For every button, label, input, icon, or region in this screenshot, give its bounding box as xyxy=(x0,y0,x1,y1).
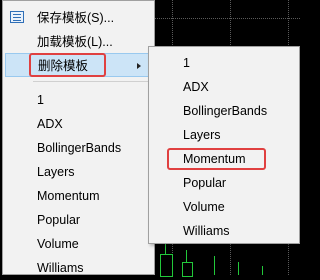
annotation-highlight-box xyxy=(167,148,266,170)
template-label: ADX xyxy=(37,117,63,131)
save-template-icon xyxy=(10,11,24,23)
template-item[interactable]: Williams xyxy=(3,256,154,280)
template-label: Popular xyxy=(37,213,81,227)
template-item[interactable]: Momentum xyxy=(3,184,154,208)
template-item[interactable]: Layers xyxy=(3,160,154,184)
template-label: Williams xyxy=(37,261,84,275)
delete-submenu-item[interactable]: BollingerBands xyxy=(149,99,299,123)
menu-separator xyxy=(33,81,150,82)
template-label: Volume xyxy=(37,237,79,251)
candle-wick xyxy=(238,262,239,275)
delete-submenu-item[interactable]: Popular xyxy=(149,171,299,195)
delete-submenu-item[interactable]: 1 xyxy=(149,51,299,75)
template-item[interactable]: ADX xyxy=(3,112,154,136)
template-item[interactable]: Popular xyxy=(3,208,154,232)
submenu-arrow-icon xyxy=(137,63,141,69)
delete-submenu-label: Layers xyxy=(183,128,221,142)
load-template-label: 加载模板(L)... xyxy=(37,35,113,49)
delete-submenu-label: Popular xyxy=(183,176,227,190)
load-template-item[interactable]: 加载模板(L)... xyxy=(3,30,154,54)
template-label: Layers xyxy=(37,165,75,179)
template-context-menu: 保存模板(S)... 加载模板(L)... 删除模板 1 ADX Bolling… xyxy=(2,0,155,275)
delete-submenu-label: Williams xyxy=(183,224,230,238)
delete-submenu-item[interactable]: Volume xyxy=(149,195,299,219)
candle-wick xyxy=(214,256,215,275)
delete-submenu-label: ADX xyxy=(183,80,209,94)
delete-submenu-label: 1 xyxy=(183,56,190,70)
template-label: Momentum xyxy=(37,189,100,203)
delete-template-submenu: 1 ADX BollingerBands Layers Momentum Pop… xyxy=(148,46,300,244)
delete-submenu-item[interactable]: Layers xyxy=(149,123,299,147)
template-label: BollingerBands xyxy=(37,141,122,155)
delete-submenu-item[interactable]: Williams xyxy=(149,219,299,243)
annotation-highlight-box xyxy=(29,53,106,77)
template-label: 1 xyxy=(37,93,44,107)
candle xyxy=(160,254,173,277)
template-item[interactable]: Volume xyxy=(3,232,154,256)
grid-line xyxy=(150,18,300,19)
delete-submenu-label: Volume xyxy=(183,200,225,214)
template-item[interactable]: BollingerBands xyxy=(3,136,154,160)
delete-submenu-label: BollingerBands xyxy=(183,104,268,118)
candle-wick xyxy=(262,266,263,275)
template-item[interactable]: 1 xyxy=(3,88,154,112)
save-template-item[interactable]: 保存模板(S)... xyxy=(3,6,154,30)
delete-submenu-item[interactable]: ADX xyxy=(149,75,299,99)
save-template-label: 保存模板(S)... xyxy=(37,11,115,25)
